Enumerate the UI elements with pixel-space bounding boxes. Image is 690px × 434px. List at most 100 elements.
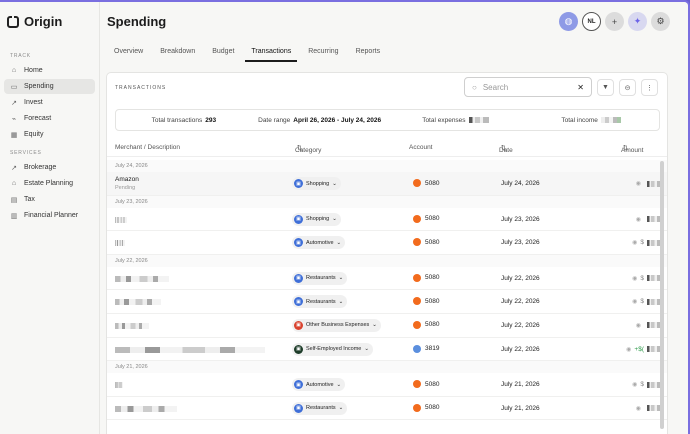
eye-icon[interactable]: ◉ (636, 405, 641, 412)
transaction-date: July 23, 2026 (501, 239, 540, 247)
sidebar-item-brokerage[interactable]: ↗ Brokerage (4, 160, 95, 175)
redacted-amount (647, 322, 661, 329)
table-row[interactable]: ▣ Self-Employed Income ⌄ 3819 July 22, 20… (107, 338, 667, 362)
settings-icon[interactable]: ⚙ (651, 12, 670, 31)
col-category-label: Category (295, 147, 322, 154)
account-cell: 5080 (413, 297, 439, 306)
eye-icon[interactable]: ◉ (636, 322, 641, 329)
search-input[interactable]: ○ Search ✕ (464, 77, 592, 97)
category-pill[interactable]: ▣ Self-Employed Income ⌄ (292, 342, 373, 356)
redacted-merchant (115, 299, 161, 306)
sidebar-item-label: Invest (24, 99, 43, 106)
table-row[interactable]: ▣ Shopping ⌄ 5080 July 23, 2026 ◉ (107, 208, 667, 232)
col-merchant[interactable]: Merchant / Description (115, 144, 180, 151)
tab-overview[interactable]: Overview (114, 48, 143, 62)
table-row[interactable]: ▣ Automotive ⌄ 5080 July 21, 2026 ◉ $ (107, 373, 667, 397)
eye-icon[interactable]: ◉ (626, 346, 631, 353)
sidebar-item-spending[interactable]: ▭ Spending (4, 79, 95, 94)
col-account[interactable]: Account (409, 144, 433, 151)
category-pill[interactable]: ▣ Restaurants ⌄ (292, 295, 348, 309)
account-number: 3819 (425, 345, 440, 353)
tab-breakdown[interactable]: Breakdown (160, 48, 195, 62)
account-cell: 5080 (413, 214, 440, 223)
eye-icon[interactable]: ◉ (632, 275, 637, 282)
redacted-merchant (115, 240, 125, 247)
logo[interactable]: Origin (7, 14, 62, 29)
category-label: Shopping (306, 216, 330, 223)
category-pill[interactable]: ▣ Other Business Expenses ⌄ (292, 318, 381, 332)
redacted-value (468, 116, 489, 123)
more-icon[interactable]: ⋮ (641, 79, 658, 96)
category-pill[interactable]: ▣ Restaurants ⌄ (292, 271, 348, 285)
transaction-date: July 22, 2026 (501, 274, 540, 282)
category-pill[interactable]: ▣ Restaurants ⌄ (292, 401, 348, 415)
avatar[interactable]: NL (582, 12, 601, 31)
redacted-amount (647, 216, 661, 223)
account-cell: 5080 (413, 380, 439, 389)
stat-total-label: Total transactions (151, 116, 203, 124)
col-category[interactable]: Category ⇅ (295, 144, 321, 154)
eye-icon[interactable]: ◉ (636, 180, 641, 187)
filter-icon[interactable]: ▼ (597, 79, 614, 96)
chevron-down-icon: ⌄ (332, 216, 337, 223)
category-icon: ▣ (294, 297, 303, 307)
date-group-header: July 21, 2026 (107, 361, 667, 374)
tab-recurring[interactable]: Recurring (308, 48, 338, 62)
sparkle-icon[interactable]: ✦ (628, 12, 647, 31)
stat-range: Date range April 26, 2026 - July 24, 202… (252, 117, 388, 124)
table-row[interactable]: ▣ Restaurants ⌄ 5080 July 22, 2026 ◉ $ (107, 290, 667, 314)
table-row[interactable]: ▣ Other Business Expenses ⌄ 5080 July 22,… (107, 314, 667, 338)
sidebar-item-estate-planning[interactable]: ⌂ Estate Planning (4, 176, 95, 191)
sidebar-item-financial-planner[interactable]: ▥ Financial Planner (4, 208, 95, 223)
table-row[interactable]: Amazon Pending ▣ Shopping ⌄ 5080 July 24, … (107, 172, 667, 196)
table-row[interactable]: ▣ Restaurants ⌄ 5080 July 22, 2026 ◉ $ (107, 267, 667, 291)
amount-cell: ◉ (636, 216, 661, 223)
stats-bar: Total transactions 293 Date range April … (115, 109, 660, 131)
category-pill[interactable]: ▣ Automotive ⌄ (292, 378, 346, 392)
stat-income: Total income (523, 116, 659, 124)
category-pill[interactable]: ▣ Shopping ⌄ (292, 212, 341, 226)
table-row[interactable]: ▣ Restaurants ⌄ 5080 July 21, 2026 ◉ (107, 397, 667, 421)
sidebar-item-equity[interactable]: ▦ Equity (4, 127, 95, 142)
scrollbar[interactable] (660, 161, 664, 429)
brokerage-icon: ↗ (11, 164, 17, 172)
transaction-date: July 24, 2026 (501, 180, 540, 187)
sidebar-item-label: Home (24, 67, 43, 74)
category-pill[interactable]: ▣ Shopping ⌄ (292, 177, 341, 190)
table-row[interactable]: ▣ Automotive ⌄ 5080 July 23, 2026 ◉ $ (107, 231, 667, 255)
tab-reports[interactable]: Reports (356, 48, 381, 62)
eye-icon[interactable]: ◉ (632, 298, 637, 305)
col-date[interactable]: Date ⇅ (499, 144, 513, 154)
category-icon: ▣ (294, 380, 303, 390)
globe-icon[interactable]: ◍ (559, 12, 578, 31)
sidebar-item-invest[interactable]: ↗ Invest (4, 95, 95, 110)
eye-icon[interactable]: ◉ (632, 239, 637, 246)
redacted-amount (647, 346, 661, 353)
clear-search-icon[interactable]: ✕ (577, 83, 584, 92)
sidebar-item-forecast[interactable]: ⌁ Forecast (4, 111, 95, 126)
sidebar-item-tax[interactable]: ▤ Tax (4, 192, 95, 207)
amount-value: $ (640, 298, 644, 306)
add-icon[interactable]: + (605, 12, 624, 31)
account-number: 5080 (425, 321, 440, 329)
account-icon (413, 403, 421, 412)
stat-total: Total transactions 293 (116, 117, 252, 124)
sidebar-item-home[interactable]: ⌂ Home (4, 63, 95, 78)
tab-transactions[interactable]: Transactions (245, 48, 298, 62)
amount-value: +$( (634, 345, 644, 353)
eye-icon[interactable]: ◉ (632, 381, 637, 388)
transaction-date: July 22, 2026 (501, 321, 540, 329)
chevron-down-icon: ⌄ (338, 275, 344, 282)
amount-value: $ (640, 239, 644, 247)
account-number: 5080 (425, 215, 440, 223)
account-number: 5080 (425, 238, 440, 246)
col-amount[interactable]: Amount ⇅ (621, 144, 643, 154)
tab-budget[interactable]: Budget (212, 48, 234, 62)
category-pill[interactable]: ▣ Automotive ⌄ (292, 236, 346, 250)
chevron-down-icon: ⌄ (338, 298, 344, 305)
account-icon (413, 273, 421, 282)
category-icon: ▣ (294, 273, 303, 283)
sort-icon[interactable]: ⊝ (619, 79, 636, 96)
sidebar-item-label: Estate Planning (24, 180, 74, 187)
eye-icon[interactable]: ◉ (636, 216, 641, 223)
